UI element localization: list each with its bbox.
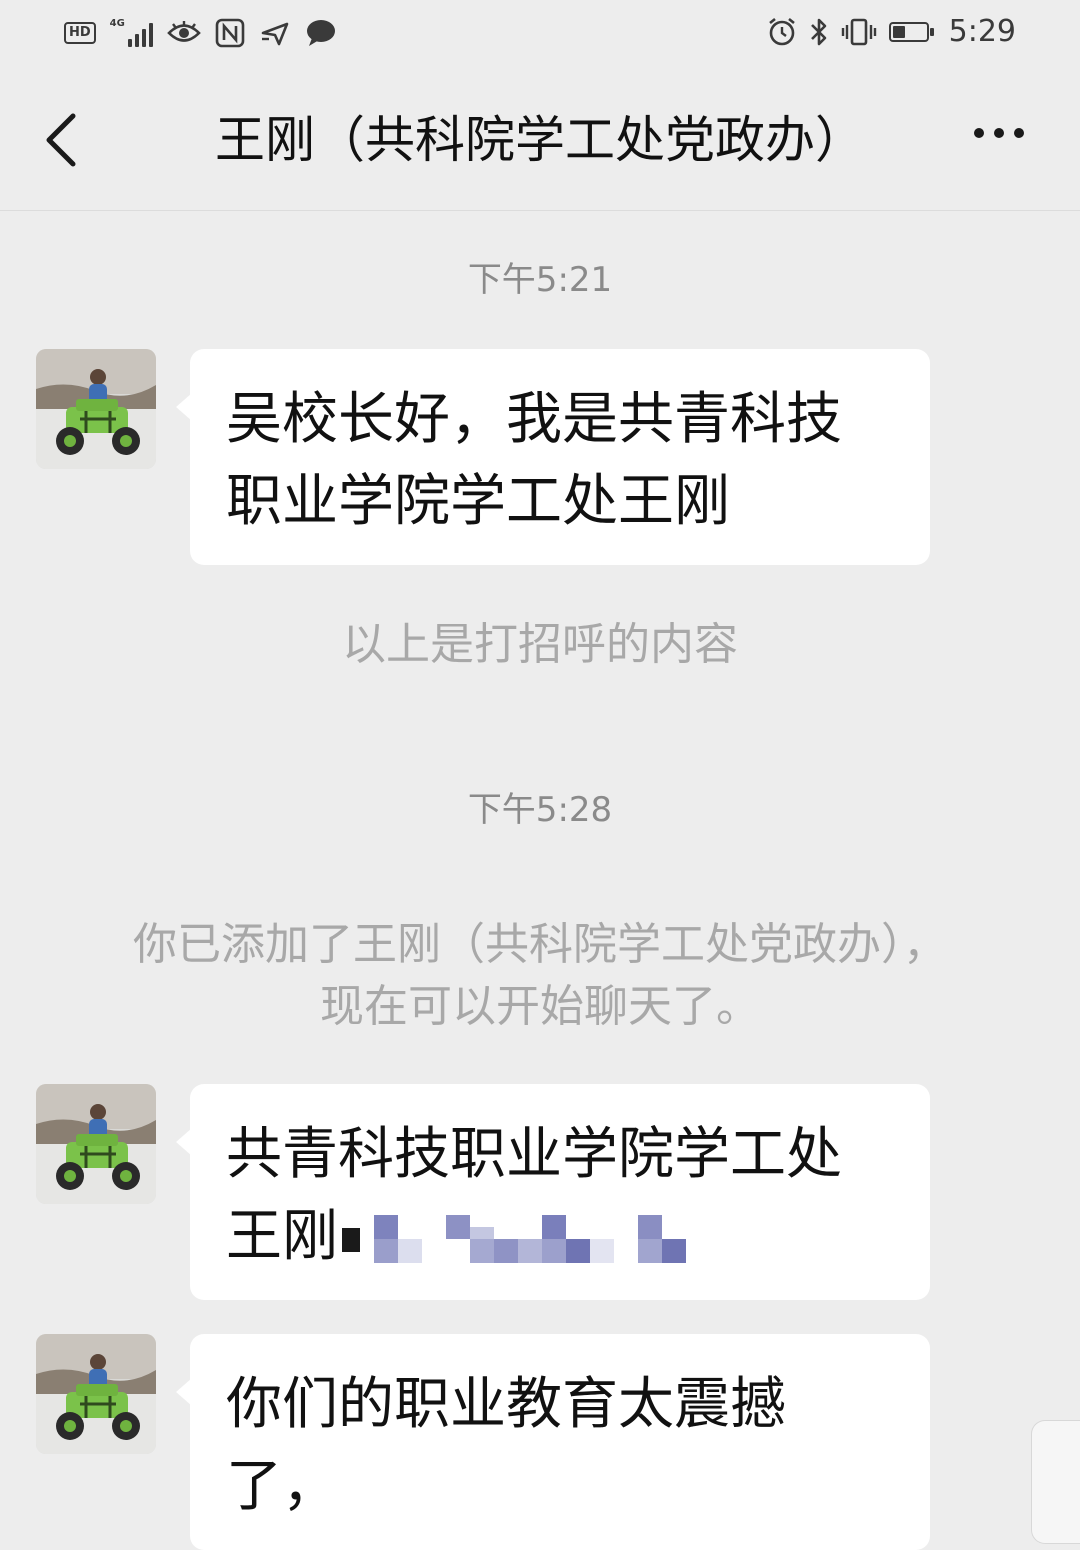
redacted-contact-info (374, 1205, 774, 1275)
floating-side-handle[interactable] (1031, 1420, 1080, 1544)
timestamp: 下午5:21 (467, 260, 613, 300)
chat-header: 王刚（共科院学工处党政办） (0, 70, 1080, 211)
timestamp: 下午5:28 (467, 790, 613, 830)
avatar[interactable] (36, 1084, 156, 1204)
network-label: 4G (109, 18, 125, 29)
location-icon (259, 20, 291, 46)
status-right-group: 5:29 (767, 14, 1016, 49)
message-bubble[interactable]: 共青科技职业学院学工处王刚 (176, 1084, 930, 1300)
greeting-note: 以上是打招呼的内容 (342, 619, 738, 670)
more-button[interactable] (974, 128, 1024, 138)
friend-added-line-1: 你已添加了王刚（共科院学工处党政办）， (133, 919, 947, 970)
avatar[interactable] (36, 349, 156, 469)
vibrate-icon (841, 17, 877, 47)
back-button[interactable] (36, 108, 86, 172)
signal-icon: 4G (110, 19, 153, 47)
status-bar: HD 4G 5:29 (0, 0, 1080, 70)
eye-comfort-icon (167, 20, 201, 46)
more-dots-icon (974, 128, 984, 138)
status-left-group: HD 4G (64, 18, 337, 48)
nfc-icon (215, 18, 245, 48)
alarm-icon (767, 17, 797, 47)
friend-added-line-2: 现在可以开始聊天了。 (320, 981, 760, 1032)
chat-title: 王刚（共科院学工处党政办） (215, 111, 865, 169)
message-bubble[interactable]: 吴校长好，我是共青科技职业学院学工处王刚 (176, 349, 930, 565)
bluetooth-icon (809, 17, 829, 47)
hd-badge: HD (64, 22, 96, 44)
redacted-cursor-mark (342, 1227, 360, 1252)
avatar[interactable] (36, 1334, 156, 1454)
chevron-left-icon (46, 113, 76, 167)
battery-icon (888, 21, 934, 42)
chat-notification-icon (305, 19, 337, 47)
status-clock: 5:29 (948, 14, 1016, 49)
friend-added-note: 你已添加了王刚（共科院学工处党政办）， 现在可以开始聊天了。 (90, 914, 990, 1038)
message-bubble[interactable]: 你们的职业教育太震撼了， (176, 1334, 930, 1550)
